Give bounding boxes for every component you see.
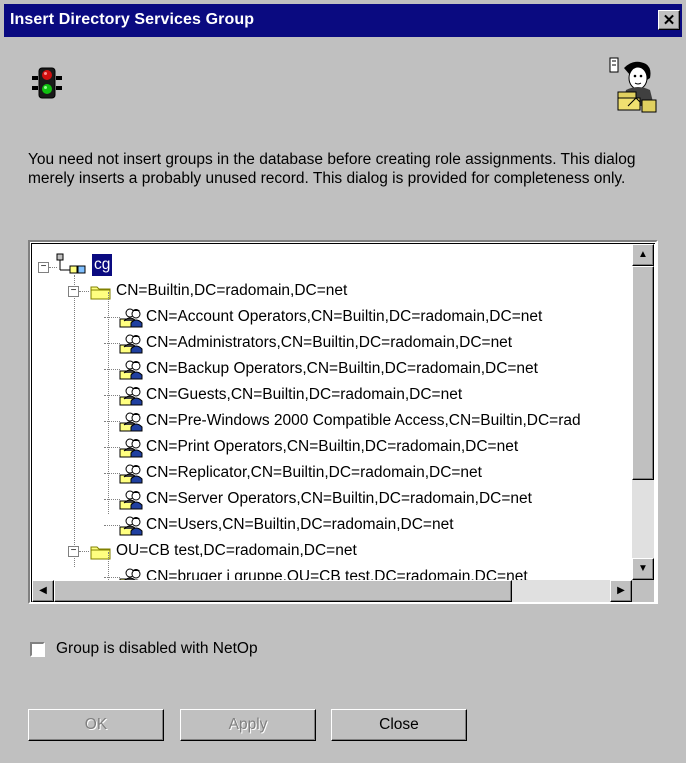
scroll-right-button[interactable]: ▶: [610, 580, 632, 602]
group-icon: [119, 334, 143, 354]
close-button[interactable]: Close: [331, 709, 467, 741]
scroll-right-icon: ▶: [617, 585, 625, 596]
disabled-netop-checkbox[interactable]: [30, 642, 45, 657]
scroll-down-button[interactable]: ▼: [632, 558, 654, 580]
title-bar[interactable]: Insert Directory Services Group ✕: [4, 4, 682, 37]
ok-button[interactable]: OK: [28, 709, 164, 741]
tree-node-label: OU=CB test,DC=radomain,DC=net: [116, 542, 357, 559]
folder-expander[interactable]: −: [68, 546, 79, 557]
tree-node-label: CN=Users,CN=Builtin,DC=radomain,DC=net: [146, 516, 454, 533]
group-icon: [119, 360, 143, 380]
tree-root-label: cg: [92, 254, 113, 276]
scroll-up-icon: ▲: [638, 249, 648, 260]
group-icon: [119, 386, 143, 406]
scrollbar-corner: [632, 580, 654, 602]
root-expander[interactable]: −: [38, 262, 49, 273]
group-tree-view[interactable]: − cg − CN=Builtin,DC=radomain,DC=net CN=Ac…: [28, 240, 658, 604]
group-icon: [119, 568, 141, 580]
folder-expander[interactable]: −: [68, 286, 79, 297]
tree-content[interactable]: − cg − CN=Builtin,DC=radomain,DC=net CN=Ac…: [32, 244, 632, 580]
scroll-left-button[interactable]: ◀: [32, 580, 54, 602]
tree-node-label: CN=Account Operators,CN=Builtin,DC=radom…: [146, 308, 543, 325]
window-title: Insert Directory Services Group: [10, 11, 255, 28]
group-icon: [119, 438, 143, 458]
scroll-down-icon: ▼: [638, 563, 648, 574]
vertical-scrollbar[interactable]: ▲ ▼: [632, 244, 654, 580]
tree-node-label: CN=Backup Operators,CN=Builtin,DC=radoma…: [146, 360, 538, 377]
tree-node-label: CN=Print Operators,CN=Builtin,DC=radomai…: [146, 438, 519, 455]
horizontal-scrollbar[interactable]: ◀ ▶: [32, 580, 632, 602]
tree-node-label: CN=bruger i gruppe,OU=CB test,DC=radomai…: [146, 568, 528, 580]
tree-node-label: CN=Guests,CN=Builtin,DC=radomain,DC=net: [146, 386, 463, 403]
scroll-left-icon: ◀: [39, 585, 47, 596]
close-window-button[interactable]: ✕: [658, 10, 680, 30]
disabled-netop-label: Group is disabled with NetOp: [56, 640, 258, 657]
scroll-up-button[interactable]: ▲: [632, 244, 654, 266]
tree-node-label: CN=Administrators,CN=Builtin,DC=radomain…: [146, 334, 513, 351]
group-icon: [119, 516, 143, 536]
description-text: You need not insert groups in the databa…: [28, 151, 636, 187]
traffic-light-icon: [32, 67, 62, 99]
apply-button[interactable]: Apply: [180, 709, 316, 741]
group-icon: [119, 490, 143, 510]
group-icon: [119, 464, 143, 484]
tree-node-label: CN=Builtin,DC=radomain,DC=net: [116, 282, 348, 299]
vertical-scroll-thumb[interactable]: [632, 266, 654, 480]
group-icon: [119, 412, 143, 432]
horizontal-scroll-thumb[interactable]: [54, 580, 512, 602]
directory-people-icon: [609, 57, 657, 113]
dialog-window: Insert Directory Services Group ✕ You ne…: [0, 0, 686, 763]
tree-node-label: CN=Server Operators,CN=Builtin,DC=radoma…: [146, 490, 532, 507]
group-icon: [119, 308, 143, 328]
domain-tree-icon: [56, 253, 86, 274]
tree-node-label: CN=Pre-Windows 2000 Compatible Access,CN…: [146, 412, 581, 429]
tree-node-label: CN=Replicator,CN=Builtin,DC=radomain,DC=…: [146, 464, 482, 481]
